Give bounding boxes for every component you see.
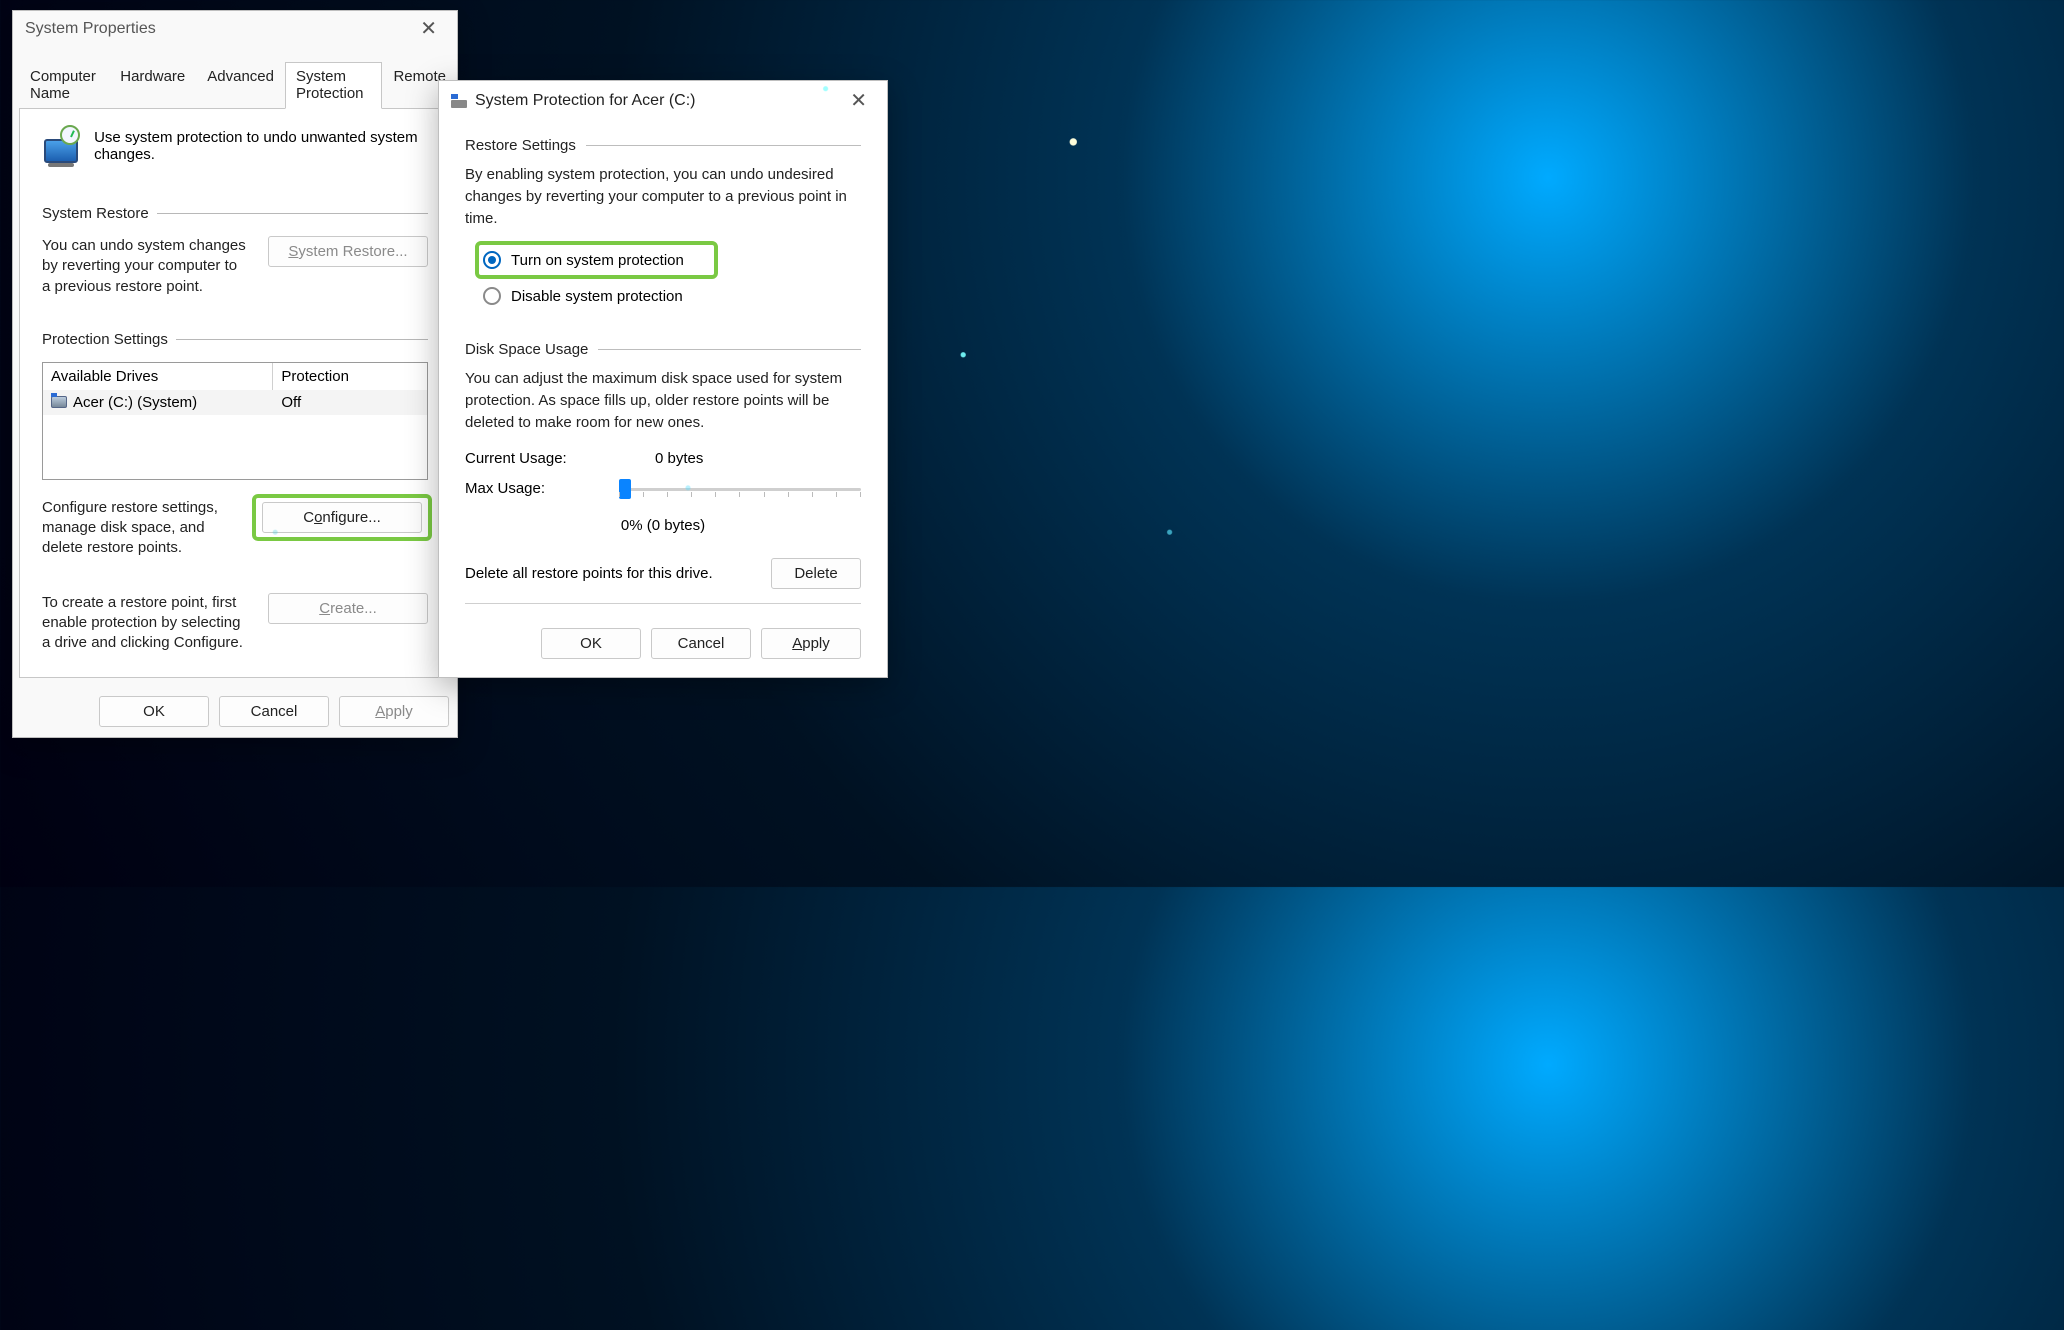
close-icon[interactable]: ✕	[410, 17, 447, 41]
delete-button[interactable]: Delete	[771, 558, 861, 589]
tab-hardware[interactable]: Hardware	[109, 62, 196, 109]
turn-on-highlight: Turn on system protection	[479, 245, 714, 275]
ok-button[interactable]: OK	[99, 696, 209, 727]
system-restore-button[interactable]: System Restore...	[268, 236, 428, 267]
tab-page: Use system protection to undo unwanted s…	[19, 108, 451, 678]
radio-disable[interactable]	[483, 287, 501, 305]
titlebar[interactable]: System Protection for Acer (C:) ✕	[439, 81, 887, 115]
drive-icon	[51, 396, 67, 408]
configure-highlight: Configure...	[256, 498, 428, 537]
system-restore-heading: System Restore	[42, 205, 149, 222]
system-protection-dialog: System Protection for Acer (C:) ✕ Restor…	[438, 80, 888, 678]
col-available-drives: Available Drives	[43, 363, 273, 390]
close-icon[interactable]: ✕	[840, 89, 877, 113]
create-desc: To create a restore point, first enable …	[42, 593, 248, 654]
divider	[465, 603, 861, 604]
system-protection-icon	[42, 127, 78, 169]
configure-desc: Configure restore settings, manage disk …	[42, 498, 236, 559]
max-usage-slider[interactable]	[619, 477, 861, 503]
apply-button[interactable]: Apply	[761, 628, 861, 659]
table-empty-area	[43, 415, 427, 479]
divider	[157, 213, 428, 214]
tab-advanced[interactable]: Advanced	[196, 62, 285, 109]
tab-strip: Computer Name Hardware Advanced System P…	[13, 61, 457, 108]
disk-space-desc: You can adjust the maximum disk space us…	[465, 368, 861, 433]
dialog-footer: OK Cancel Apply	[13, 686, 457, 737]
dialog-footer: OK Cancel Apply	[439, 628, 887, 677]
delete-desc: Delete all restore points for this drive…	[465, 565, 713, 582]
cancel-button[interactable]: Cancel	[219, 696, 329, 727]
max-usage-value: 0% (0 bytes)	[465, 517, 861, 534]
create-button[interactable]: Create...	[268, 593, 428, 624]
table-row[interactable]: Acer (C:) (System) Off	[43, 390, 427, 415]
restore-settings-heading: Restore Settings	[465, 137, 576, 154]
drive-protection-status: Off	[273, 390, 427, 415]
current-usage-label: Current Usage:	[465, 450, 595, 467]
divider	[598, 349, 861, 350]
protection-settings-heading: Protection Settings	[42, 331, 168, 348]
configure-button[interactable]: Configure...	[262, 502, 422, 533]
window-title: System Properties	[25, 20, 156, 38]
col-protection: Protection	[273, 363, 427, 390]
dialog-title: System Protection for Acer (C:)	[475, 92, 696, 110]
tab-system-protection[interactable]: System Protection	[285, 62, 382, 109]
disk-space-heading: Disk Space Usage	[465, 341, 588, 358]
max-usage-label: Max Usage:	[465, 480, 549, 497]
divider	[176, 339, 428, 340]
tab-computer-name[interactable]: Computer Name	[19, 62, 109, 109]
system-restore-desc: You can undo system changes by reverting…	[42, 236, 248, 297]
drive-icon	[451, 94, 467, 108]
current-usage-value: 0 bytes	[655, 450, 703, 467]
ok-button[interactable]: OK	[541, 628, 641, 659]
radio-disable-label: Disable system protection	[511, 288, 683, 305]
radio-turn-on[interactable]	[483, 251, 501, 269]
cancel-button[interactable]: Cancel	[651, 628, 751, 659]
titlebar[interactable]: System Properties ✕	[13, 11, 457, 43]
apply-button[interactable]: Apply	[339, 696, 449, 727]
divider	[586, 145, 861, 146]
radio-turn-on-label: Turn on system protection	[511, 252, 684, 269]
drives-table[interactable]: Available Drives Protection Acer (C:) (S…	[42, 362, 428, 480]
intro-text: Use system protection to undo unwanted s…	[94, 127, 428, 163]
system-properties-window: System Properties ✕ Computer Name Hardwa…	[12, 10, 458, 738]
drive-name: Acer (C:) (System)	[73, 394, 197, 411]
restore-settings-desc: By enabling system protection, you can u…	[465, 164, 861, 229]
